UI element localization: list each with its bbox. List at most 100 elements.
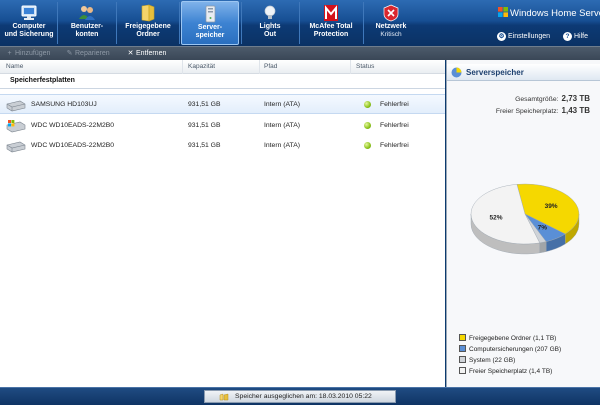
disk-status: Fehlerfrei	[380, 142, 409, 149]
settings-link[interactable]: ⚙ Einstellungen	[497, 32, 550, 41]
nav-label: Netzwerk	[375, 23, 407, 30]
nav-label: McAfee Total Protection	[309, 23, 353, 38]
column-divider	[259, 60, 260, 74]
status-ok-icon	[364, 122, 371, 129]
nav-divider	[299, 2, 300, 44]
settings-label: Einstellungen	[508, 33, 551, 40]
status-bar: Speicher ausgeglichen am: 18.03.2010 05:…	[0, 387, 600, 405]
legend-label: Computersicherungen (207 GB)	[469, 346, 562, 353]
nav-label: Server- speicher	[195, 24, 225, 39]
remove-button[interactable]: ✕ Entfernen	[126, 48, 167, 60]
hard-disk-icon	[6, 100, 26, 112]
status-message-box: Speicher ausgeglichen am: 18.03.2010 05:…	[204, 390, 396, 403]
shared-folders-icon	[141, 4, 155, 22]
nav-user-accounts[interactable]: Benutzer- konten	[60, 1, 114, 45]
storage-pie-chart: 39% 7% 52%	[470, 183, 580, 255]
column-header-path[interactable]: Pfad	[264, 63, 277, 70]
legend-swatch	[459, 356, 466, 363]
disk-capacity: 931,51 GB	[188, 101, 221, 108]
details-panel-title: Serverspeicher	[466, 68, 524, 77]
free-space: Freier Speicherplatz: 1,43 TB	[496, 106, 590, 115]
column-header-status[interactable]: Status	[356, 63, 374, 70]
nav-computer-backup[interactable]: Computer und Sicherung	[2, 1, 56, 45]
nav-label: Benutzer- konten	[70, 23, 104, 38]
status-ok-icon	[364, 101, 371, 108]
status-message: Speicher ausgeglichen am: 18.03.2010 05:…	[235, 393, 372, 400]
disk-name: WDC WD10EADS-22M2B0	[31, 122, 115, 129]
column-header-capacity[interactable]: Kapazität	[188, 63, 215, 70]
nav-divider	[116, 2, 117, 44]
legend-item: Computersicherungen (207 GB)	[459, 345, 561, 353]
lightbulb-icon	[264, 5, 276, 19]
pie-label-3: 52%	[489, 215, 502, 222]
repair-wrench-icon: ✎	[66, 50, 73, 57]
nav-divider	[241, 2, 242, 44]
free-space-value: 1,43 TB	[561, 106, 590, 115]
disk-capacity: 931,51 GB	[188, 122, 221, 129]
legend-label: Freigegebene Ordner (1,1 TB)	[469, 335, 557, 342]
server-storage-details-panel: Serverspeicher Gesamtgröße: 2,73 TB Freie…	[446, 60, 600, 387]
legend-item: Freier Speicherplatz (1,4 TB)	[459, 367, 552, 375]
legend-swatch	[459, 367, 466, 374]
mcafee-icon	[324, 5, 338, 21]
nav-network[interactable]: Netzwerk Kritisch	[365, 1, 417, 45]
nav-lights-out[interactable]: Lights Out	[243, 1, 297, 45]
nav-divider	[57, 2, 58, 44]
disk-group-header: Speicherfestplatten	[0, 74, 445, 89]
column-header-name[interactable]: Name	[6, 63, 23, 70]
free-space-label: Freier Speicherplatz:	[495, 108, 559, 115]
disk-list-panel: Name Kapazität Pfad Status Speicherfestp…	[0, 60, 445, 387]
legend-label: System (22 GB)	[469, 357, 516, 364]
total-size-label: Gesamtgröße:	[515, 96, 559, 103]
nav-shared-folders[interactable]: Freigegebene Ordner	[119, 1, 177, 45]
server-storage-icon	[205, 5, 216, 23]
nav-label: Freigegebene Ordner	[125, 23, 171, 38]
nav-server-storage[interactable]: Server- speicher	[181, 1, 239, 45]
legend-label: Freier Speicherplatz (1,4 TB)	[469, 368, 553, 375]
pie-label-0: 39%	[545, 203, 558, 210]
disk-name: WDC WD10EADS-22M2B0	[31, 142, 115, 149]
add-label: Hinzufügen	[15, 50, 51, 57]
network-critical-icon	[383, 4, 399, 22]
computer-backup-icon	[21, 5, 37, 20]
users-icon	[79, 6, 95, 20]
add-plus-icon: +	[7, 50, 12, 57]
nav-label: Lights Out	[259, 23, 281, 38]
column-header-row: Name Kapazität Pfad Status	[0, 60, 445, 74]
table-row[interactable]: SAMSUNG HD103UJ 931,51 GB Intern (ATA) F…	[0, 94, 445, 114]
remove-x-icon: ✕	[127, 50, 134, 57]
status-ok-icon	[364, 142, 371, 149]
product-name: Windows Home Server	[510, 8, 600, 19]
help-label: Hilfe	[574, 33, 589, 40]
legend-swatch	[459, 334, 466, 341]
top-navigation-bar: Computer und Sicherung Benutzer- konten …	[0, 0, 600, 46]
details-panel-header: Serverspeicher	[447, 64, 600, 81]
column-divider	[350, 60, 351, 74]
nav-mcafee[interactable]: McAfee Total Protection	[301, 1, 361, 45]
legend-swatch	[459, 345, 466, 352]
add-button[interactable]: + Hinzufügen	[5, 48, 50, 60]
disk-path: Intern (ATA)	[264, 101, 301, 108]
group-title: Speicherfestplatten	[10, 77, 75, 84]
table-row[interactable]: WDC WD10EADS-22M2B0 931,51 GB Intern (AT…	[0, 136, 445, 156]
legend-item: System (22 GB)	[459, 356, 515, 364]
pie-slice-side	[539, 241, 547, 254]
nav-sublabel: Kritisch	[380, 31, 402, 38]
column-divider	[182, 60, 183, 74]
nav-label: Computer und Sicherung	[4, 23, 54, 38]
table-row[interactable]: WDC WD10EADS-22M2B0 931,51 GB Intern (AT…	[0, 116, 445, 136]
remove-label: Entfernen	[136, 50, 167, 57]
help-link[interactable]: ? Hilfe	[563, 32, 588, 41]
command-toolbar: + Hinzufügen ✎ Reparieren ✕ Entfernen	[0, 46, 600, 60]
disk-path: Intern (ATA)	[264, 142, 301, 149]
disk-path: Intern (ATA)	[264, 122, 301, 129]
repair-button[interactable]: ✎ Reparieren	[65, 48, 110, 60]
disk-status: Fehlerfrei	[380, 101, 409, 108]
disk-name: SAMSUNG HD103UJ	[31, 101, 97, 108]
system-disk-icon	[6, 120, 26, 133]
total-size: Gesamtgröße: 2,73 TB	[515, 94, 590, 103]
nav-divider	[363, 2, 364, 44]
help-icon: ?	[563, 32, 572, 41]
balance-status-icon	[219, 393, 229, 401]
product-logo: Windows Home Server	[498, 7, 600, 19]
